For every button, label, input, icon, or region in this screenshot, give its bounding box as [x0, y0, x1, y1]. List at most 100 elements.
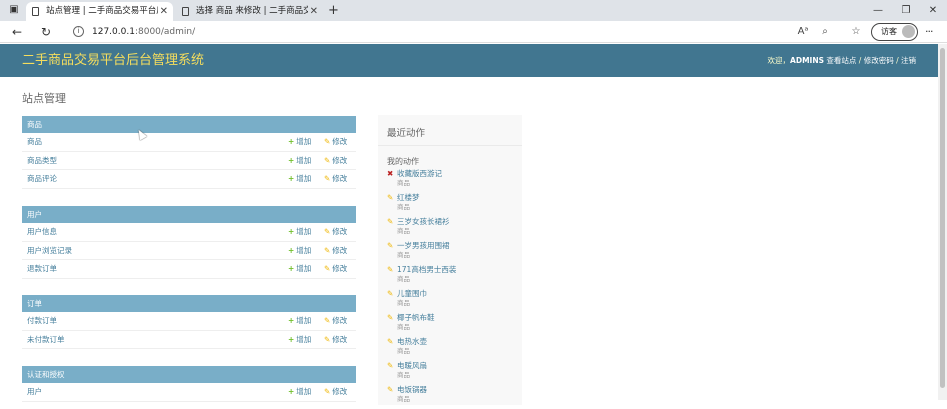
- recent-action-type: 商品: [397, 347, 410, 355]
- plus-icon: +: [288, 174, 295, 183]
- model-row: 商品类型 + 增加 ✎ 修改: [22, 152, 356, 170]
- logout-link[interactable]: 注销: [901, 56, 916, 65]
- recent-action-type: 商品: [397, 179, 410, 187]
- change-link[interactable]: ✎ 修改: [324, 223, 347, 241]
- close-window-icon[interactable]: ✕: [918, 0, 947, 21]
- browser-tab-bar: ▣ 站点管理 | 二手商品交易平台后台 ✕ 选择 商品 来修改 | 二手商品交易…: [0, 0, 947, 21]
- recent-action-item: ✎ 电暖风扇 商品: [378, 361, 522, 385]
- pencil-icon: ✎: [324, 387, 331, 396]
- view-site-link[interactable]: 查看站点: [826, 56, 856, 65]
- model-link[interactable]: 商品类型: [27, 152, 57, 170]
- change-link[interactable]: ✎ 修改: [324, 152, 347, 170]
- new-tab-button[interactable]: +: [328, 2, 339, 19]
- add-link[interactable]: + 增加: [288, 152, 311, 170]
- plus-icon: +: [288, 264, 295, 273]
- welcome-text: 欢迎，: [767, 56, 791, 65]
- recent-action-item: ✎ 椰子帆布鞋 商品: [378, 313, 522, 337]
- minimize-icon[interactable]: —: [863, 0, 893, 21]
- change-link[interactable]: ✎ 修改: [324, 133, 347, 151]
- read-aloud-icon[interactable]: Aᵃ: [796, 24, 810, 40]
- page-icon: [182, 7, 189, 16]
- recent-action-link[interactable]: 电饭锅器: [397, 385, 522, 395]
- add-link[interactable]: + 增加: [288, 242, 311, 260]
- module-caption[interactable]: 认证和授权: [22, 366, 356, 383]
- add-link[interactable]: + 增加: [288, 383, 311, 401]
- change-password-link[interactable]: 修改密码: [864, 56, 894, 65]
- favorites-icon[interactable]: ☆: [849, 24, 863, 40]
- model-link[interactable]: 退款订单: [27, 260, 57, 278]
- change-link[interactable]: ✎ 修改: [324, 242, 347, 260]
- model-link[interactable]: 商品评论: [27, 170, 57, 188]
- recent-action-type: 商品: [397, 251, 410, 259]
- recent-action-link[interactable]: 一岁男孩用围裙: [397, 241, 522, 251]
- module-caption[interactable]: 订单: [22, 295, 356, 312]
- plus-icon: +: [288, 137, 295, 146]
- change-link[interactable]: ✎ 修改: [324, 170, 347, 188]
- model-link[interactable]: 付款订单: [27, 312, 57, 330]
- model-link[interactable]: 未付款订单: [27, 331, 65, 349]
- profile-button[interactable]: 访客: [871, 23, 918, 41]
- model-link[interactable]: 用户: [27, 383, 42, 401]
- recent-action-link[interactable]: 三岁女孩长裙衫: [397, 217, 522, 227]
- recent-action-link[interactable]: 电暖风扇: [397, 361, 522, 371]
- admin-header: 二手商品交易平台后台管理系统 欢迎，ADMINS 查看站点 / 修改密码 / 注…: [0, 44, 938, 77]
- avatar: [902, 25, 915, 38]
- site-info-icon[interactable]: i: [73, 26, 84, 37]
- recent-action-link[interactable]: 椰子帆布鞋: [397, 313, 522, 323]
- tab-actions-icon[interactable]: ▣: [6, 3, 22, 17]
- module-caption[interactable]: 商品: [22, 116, 356, 133]
- add-link[interactable]: + 增加: [288, 133, 311, 151]
- change-link[interactable]: ✎ 修改: [324, 331, 347, 349]
- page-scrollbar[interactable]: [938, 44, 947, 400]
- add-link[interactable]: + 增加: [288, 260, 311, 278]
- model-row: 商品 + 增加 ✎ 修改: [22, 133, 356, 152]
- pencil-icon: ✎: [324, 174, 331, 183]
- more-icon[interactable]: ···: [925, 24, 933, 40]
- address-bar[interactable]: i 127.0.0.1:8000/admin/: [67, 23, 867, 41]
- pencil-icon: ✎: [387, 361, 394, 370]
- change-link[interactable]: ✎ 修改: [324, 312, 347, 330]
- add-link[interactable]: + 增加: [288, 223, 311, 241]
- tab-title: 选择 商品 来修改 | 二手商品交易: [196, 6, 308, 16]
- my-actions-title: 我的动作: [387, 157, 419, 166]
- maximize-icon[interactable]: ❐: [891, 0, 921, 21]
- pencil-icon: ✎: [387, 289, 394, 298]
- recent-action-link[interactable]: 电热水壶: [397, 337, 522, 347]
- plus-icon: +: [288, 334, 295, 344]
- scrollbar-thumb[interactable]: [940, 48, 945, 388]
- recent-action-link[interactable]: 171高档男士西装: [397, 265, 522, 275]
- change-link[interactable]: ✎ 修改: [324, 260, 347, 278]
- pencil-icon: ✎: [324, 245, 331, 255]
- close-tab-icon[interactable]: ✕: [160, 2, 168, 21]
- tab-goods-change[interactable]: 选择 商品 来修改 | 二手商品交易 ✕: [176, 2, 323, 21]
- recent-action-link[interactable]: 儿童围巾: [397, 289, 522, 299]
- recent-actions-title: 最近动作: [378, 115, 522, 146]
- profile-label: 访客: [881, 27, 897, 36]
- pencil-icon: ✎: [324, 334, 331, 344]
- username: ADMINS: [790, 56, 825, 65]
- recent-action-type: 商品: [397, 227, 410, 235]
- close-tab-icon[interactable]: ✕: [310, 2, 318, 21]
- site-brand[interactable]: 二手商品交易平台后台管理系统: [22, 44, 204, 77]
- model-link[interactable]: 商品: [27, 133, 42, 151]
- add-link[interactable]: + 增加: [288, 331, 311, 349]
- pencil-icon: ✎: [324, 137, 331, 146]
- back-icon[interactable]: ←: [9, 24, 25, 40]
- module-caption[interactable]: 用户: [22, 206, 356, 223]
- reload-icon[interactable]: ↻: [38, 24, 54, 40]
- recent-action-item: ✎ 儿童围巾 商品: [378, 289, 522, 313]
- pencil-icon: ✎: [387, 313, 394, 322]
- add-link[interactable]: + 增加: [288, 170, 311, 188]
- plus-icon: +: [288, 316, 295, 325]
- model-row: 用户信息 + 增加 ✎ 修改: [22, 223, 356, 242]
- model-link[interactable]: 用户浏览记录: [27, 242, 72, 260]
- model-link[interactable]: 用户信息: [27, 223, 57, 241]
- tab-admin-home[interactable]: 站点管理 | 二手商品交易平台后台 ✕: [26, 2, 173, 21]
- pencil-icon: ✎: [324, 316, 331, 325]
- add-link[interactable]: + 增加: [288, 312, 311, 330]
- plus-icon: +: [288, 227, 295, 236]
- change-link[interactable]: ✎ 修改: [324, 383, 347, 401]
- zoom-icon[interactable]: ⌕: [818, 24, 832, 40]
- model-row: 用户 + 增加 ✎ 修改: [22, 383, 356, 402]
- recent-action-link[interactable]: 红楼梦: [397, 193, 522, 203]
